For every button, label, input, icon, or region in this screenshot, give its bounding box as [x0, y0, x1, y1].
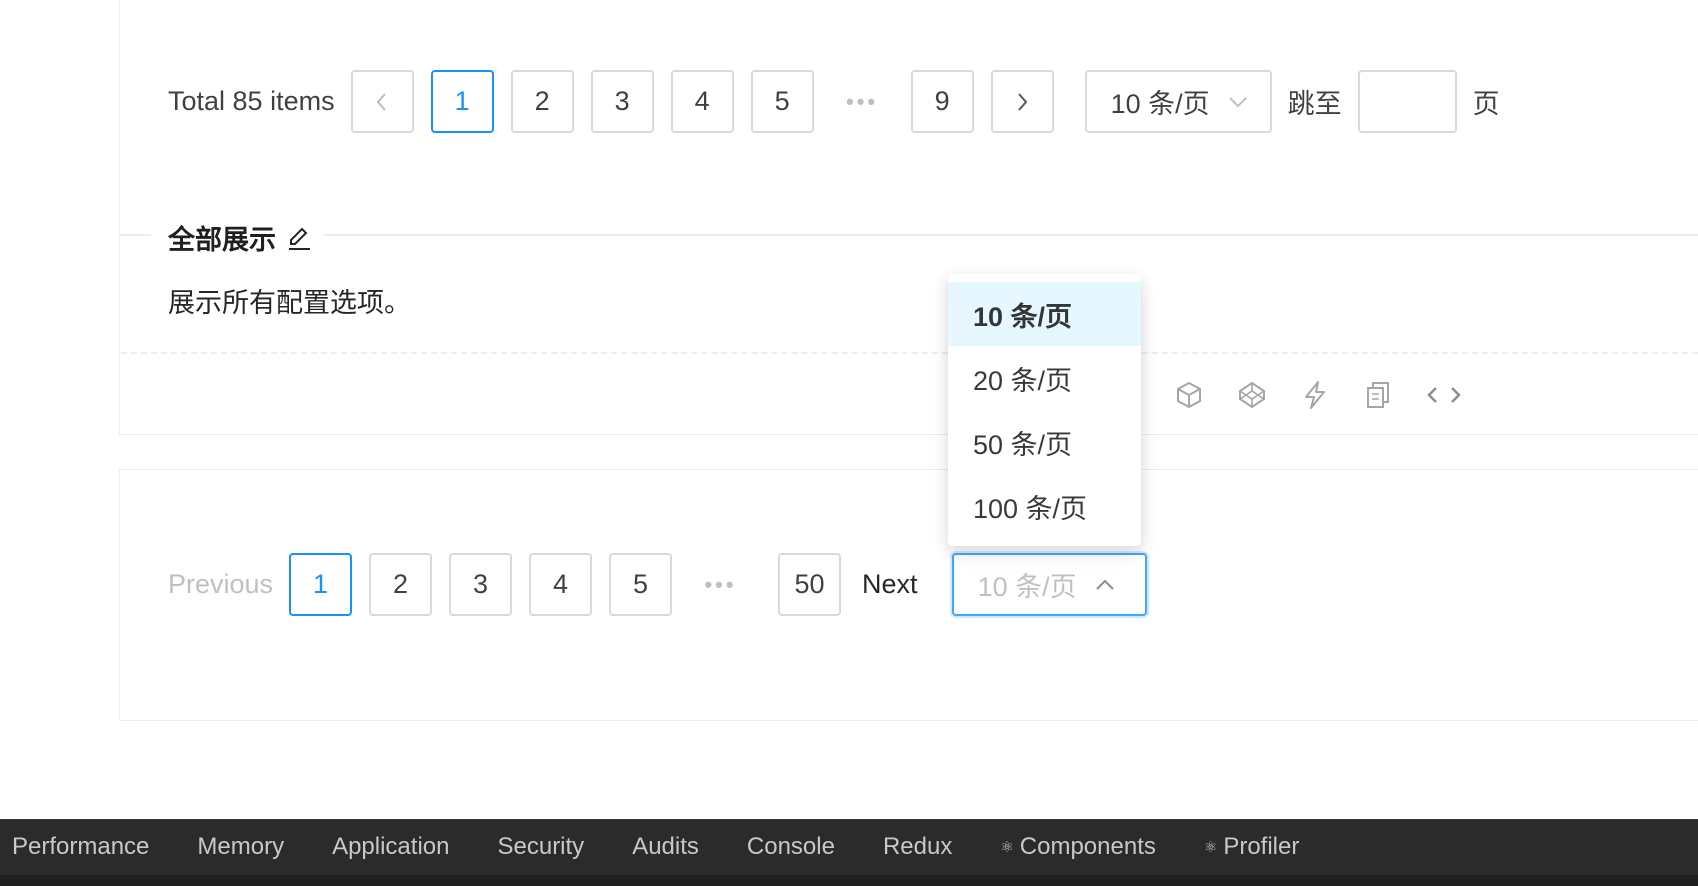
page-size-value: 10 条/页 [977, 572, 1077, 602]
tab-redux[interactable]: Redux [871, 833, 964, 861]
tab-security[interactable]: Security [485, 833, 596, 861]
devtools-tabs: Performance Memory Application Security … [0, 820, 1335, 874]
page-3-button[interactable]: 3 [449, 553, 513, 616]
chevron-down-icon [1228, 96, 1248, 108]
pagination-top: Total 85 items 1 2 3 4 5 ••• 9 10 条/页 跳至… [168, 70, 1516, 133]
prev-page-button[interactable] [350, 70, 414, 133]
total-items-text: Total 85 items [168, 86, 335, 116]
page-1-button[interactable]: 1 [289, 553, 353, 616]
devtools-content-edge [0, 875, 1698, 886]
page-size-option-10[interactable]: 10 条/页 [948, 282, 1141, 346]
quick-jumper-input[interactable] [1357, 70, 1457, 133]
page-size-option-20[interactable]: 20 条/页 [948, 346, 1141, 410]
stackblitz-icon[interactable] [1298, 378, 1332, 412]
page-5-button[interactable]: 5 [750, 70, 814, 133]
previous-button[interactable]: Previous [168, 569, 273, 600]
section-title-text: 全部展示 [168, 225, 276, 255]
page-5-button[interactable]: 5 [609, 553, 673, 616]
tab-components-label: Components [1019, 833, 1156, 860]
tab-profiler-label: Profiler [1223, 833, 1300, 860]
section-description: 展示所有配置选项。 [168, 288, 411, 318]
react-icon: ⚛ [1000, 839, 1014, 856]
devtools-panel-bar: Performance Memory Application Security … [0, 819, 1698, 886]
tab-memory[interactable]: Memory [185, 833, 296, 861]
last-page-button[interactable]: 9 [910, 70, 974, 133]
page-size-value: 10 条/页 [1110, 89, 1210, 119]
tab-audits[interactable]: Audits [620, 833, 711, 861]
code-expand-icon[interactable] [1424, 378, 1464, 412]
page-4-button[interactable]: 4 [670, 70, 734, 133]
tab-components[interactable]: ⚛ Components [988, 833, 1168, 861]
section-title: 全部展示 [168, 218, 324, 257]
jump-next-ellipsis[interactable]: ••• [689, 553, 752, 616]
page-1-button[interactable]: 1 [430, 70, 494, 133]
chevron-right-icon [1018, 92, 1028, 111]
jumper-label: 跳至 [1287, 89, 1342, 119]
page-size-select-top[interactable]: 10 条/页 [1084, 70, 1272, 133]
page-size-select-bottom[interactable]: 10 条/页 [951, 553, 1147, 616]
next-button[interactable]: Next [862, 569, 918, 600]
page-2-button[interactable]: 2 [369, 553, 433, 616]
page-size-option-100[interactable]: 100 条/页 [948, 474, 1141, 538]
page-size-option-50[interactable]: 50 条/页 [948, 410, 1141, 474]
edit-icon[interactable] [286, 225, 312, 251]
tab-performance[interactable]: Performance [0, 833, 161, 861]
divider-left [119, 234, 151, 236]
page-3-button[interactable]: 3 [590, 70, 654, 133]
pagination-bottom: Previous 1 2 3 4 5 ••• 50 Next 10 条/页 [168, 553, 1147, 616]
codepen-icon[interactable] [1235, 378, 1269, 412]
dashed-divider [121, 352, 1698, 354]
divider-right [320, 234, 1698, 236]
last-page-button[interactable]: 50 [778, 553, 842, 616]
page: Total 85 items 1 2 3 4 5 ••• 9 10 条/页 跳至… [0, 0, 1698, 886]
chevron-up-icon [1095, 579, 1115, 591]
tab-console[interactable]: Console [735, 833, 847, 861]
react-icon: ⚛ [1203, 839, 1218, 856]
page-size-dropdown: 10 条/页 20 条/页 50 条/页 100 条/页 [948, 274, 1141, 546]
tab-profiler[interactable]: ⚛ Profiler [1192, 833, 1311, 861]
tab-application[interactable]: Application [320, 833, 461, 861]
jump-next-ellipsis[interactable]: ••• [831, 70, 894, 133]
copy-icon[interactable] [1361, 378, 1395, 412]
jumper-suffix: 页 [1472, 89, 1500, 119]
codesandbox-icon[interactable] [1172, 378, 1206, 412]
code-actions [1172, 378, 1493, 412]
page-2-button[interactable]: 2 [510, 70, 574, 133]
next-page-button[interactable] [990, 70, 1054, 133]
demo-card-top [119, 0, 1698, 435]
page-4-button[interactable]: 4 [529, 553, 593, 616]
chevron-left-icon [376, 92, 386, 111]
